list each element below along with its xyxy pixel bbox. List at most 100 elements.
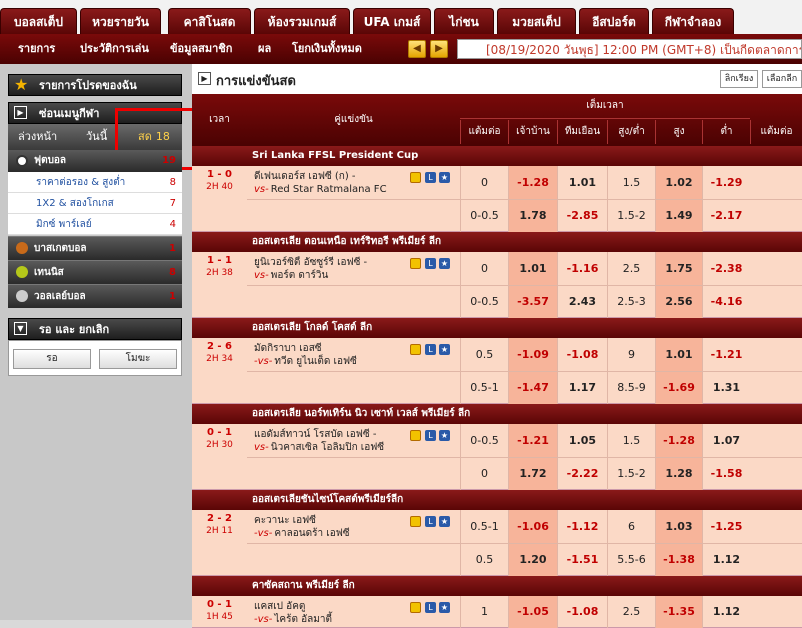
odds-value[interactable]: 2.56 — [655, 285, 702, 318]
favorite-star-icon[interactable]: ★ — [439, 602, 450, 613]
odds-value[interactable]: -1.06 — [508, 510, 557, 543]
vs-label: -vs- — [254, 356, 273, 367]
odds-value[interactable]: -1.16 — [557, 252, 607, 285]
odds-value[interactable]: 2.43 — [557, 285, 607, 318]
sport-item[interactable]: วอลเลย์บอล 1 — [8, 284, 182, 308]
odds-value[interactable]: -1.58 — [702, 457, 750, 490]
odds-value[interactable]: -2.85 — [557, 199, 607, 232]
sport-sub-item[interactable]: 1X2 & สองโกเกส 7 — [8, 193, 182, 214]
top-tab-7[interactable]: อีสปอร์ต — [579, 8, 649, 34]
sidebar-tab-count: 18 — [155, 130, 170, 143]
odds-value[interactable]: 1.01 — [508, 252, 557, 285]
odds-value[interactable]: -1.08 — [557, 338, 607, 371]
odds-value[interactable]: 1.72 — [508, 457, 557, 490]
top-tab-1[interactable]: หวยรายวัน — [80, 8, 161, 34]
tv-icon[interactable] — [410, 430, 421, 441]
live-icon[interactable]: L — [425, 258, 436, 269]
top-tab-4[interactable]: UFA เกมส์ — [353, 8, 431, 34]
top-tab-3[interactable]: ห้องรวมเกมส์ — [254, 8, 350, 34]
odds-value[interactable]: 1.01 — [655, 338, 702, 371]
odds-value[interactable]: 1.02 — [655, 166, 702, 199]
odds-value[interactable]: 1.31 — [702, 371, 750, 404]
live-icon[interactable]: L — [425, 516, 436, 527]
odds-value[interactable]: 1.75 — [655, 252, 702, 285]
bet-panel-header[interactable]: รอ และ ยกเลิก — [8, 318, 182, 340]
odds-value[interactable]: -1.69 — [655, 371, 702, 404]
odds-value[interactable]: 1.12 — [702, 543, 750, 576]
sidebar-tab-2[interactable]: สด 18 — [138, 124, 170, 150]
tv-icon[interactable] — [410, 602, 421, 613]
odds-value[interactable]: 1.17 — [557, 371, 607, 404]
sub-nav-4[interactable]: โยกเงินทั้งหมด — [292, 34, 362, 64]
sidebar-tab-0[interactable]: ล่วงหน้า — [18, 124, 57, 150]
sport-football[interactable]: ฟุตบอล 19 — [8, 150, 182, 172]
favorite-star-icon[interactable]: ★ — [439, 516, 450, 527]
top-tab-8[interactable]: กีฬาจำลอง — [652, 8, 734, 34]
league-name: คาซัคสถาน พรีเมียร์ ลีก — [252, 580, 355, 591]
odds-value[interactable]: -1.28 — [655, 424, 702, 457]
odds-value[interactable]: -1.21 — [508, 424, 557, 457]
prev-arrow-icon[interactable]: ◀ — [408, 40, 426, 58]
odds-value[interactable]: -1.25 — [702, 510, 750, 543]
favorite-star-icon[interactable]: ★ — [439, 172, 450, 183]
odds-value[interactable]: -1.05 — [508, 596, 557, 628]
sidebar-tab-1[interactable]: วันนี้ — [86, 124, 107, 150]
odds-value[interactable]: -1.35 — [655, 596, 702, 628]
live-icon[interactable]: L — [425, 430, 436, 441]
sport-sub-item[interactable]: มิกซ์ พาร์เลย์ 4 — [8, 214, 182, 235]
top-tab-2[interactable]: คาสิโนสด — [168, 8, 251, 34]
next-arrow-icon[interactable]: ▶ — [430, 40, 448, 58]
live-icon[interactable]: L — [425, 602, 436, 613]
odds-value[interactable]: 1.78 — [508, 199, 557, 232]
top-tab-0[interactable]: บอลสเต็ป — [0, 8, 77, 34]
tv-icon[interactable] — [410, 344, 421, 355]
cancel-button[interactable]: โมฆะ — [99, 349, 177, 369]
odds-value[interactable]: 1.12 — [702, 596, 750, 628]
favorite-star-icon[interactable]: ★ — [439, 258, 450, 269]
sub-nav-1[interactable]: ประวัติการเล่น — [80, 34, 149, 64]
odds-value[interactable]: -2.22 — [557, 457, 607, 490]
odds-value[interactable]: -1.08 — [557, 596, 607, 628]
sport-sub-item[interactable]: ราคาต่อรอง & สูงต่ำ 8 — [8, 172, 182, 193]
sub-nav-0[interactable]: รายการ — [18, 34, 55, 64]
odds-value[interactable]: 1.01 — [557, 166, 607, 199]
tv-icon[interactable] — [410, 172, 421, 183]
favorites-header[interactable]: รายการโปรดของฉัน — [8, 74, 182, 96]
tv-icon[interactable] — [410, 258, 421, 269]
odds-value[interactable]: 1.05 — [557, 424, 607, 457]
sport-football-count: 19 — [162, 155, 176, 166]
top-tab-6[interactable]: มวยสเต็ป — [497, 8, 576, 34]
odds-value[interactable]: -3.57 — [508, 285, 557, 318]
favorite-star-icon[interactable]: ★ — [439, 430, 450, 441]
favorite-star-icon[interactable]: ★ — [439, 344, 450, 355]
odds-value[interactable]: 1.28 — [655, 457, 702, 490]
odds-value[interactable]: -1.28 — [508, 166, 557, 199]
odds-value[interactable]: -1.12 — [557, 510, 607, 543]
odds-value[interactable]: -1.47 — [508, 371, 557, 404]
odds-value[interactable]: -2.17 — [702, 199, 750, 232]
tv-icon[interactable] — [410, 516, 421, 527]
sport-item[interactable]: บาสเกตบอล 1 — [8, 236, 182, 260]
sport-ball-icon — [16, 242, 28, 254]
odds-value[interactable]: -1.29 — [702, 166, 750, 199]
odds-value[interactable]: -1.09 — [508, 338, 557, 371]
select-league-button[interactable]: เลือกลีก — [762, 70, 802, 88]
wait-button[interactable]: รอ — [13, 349, 91, 369]
live-icon[interactable]: L — [425, 172, 436, 183]
live-icon[interactable]: L — [425, 344, 436, 355]
odds-value[interactable]: -4.16 — [702, 285, 750, 318]
odds-value[interactable]: 1.49 — [655, 199, 702, 232]
sub-nav-2[interactable]: ข้อมูลสมาชิก — [170, 34, 232, 64]
odds-value[interactable]: 1.03 — [655, 510, 702, 543]
odds-value[interactable]: 1.07 — [702, 424, 750, 457]
sort-button[interactable]: ลิกเรียง — [720, 70, 758, 88]
odds-value[interactable]: -1.21 — [702, 338, 750, 371]
odds-value[interactable]: 1.20 — [508, 543, 557, 576]
odds-value[interactable]: -1.51 — [557, 543, 607, 576]
odds-value[interactable]: -1.38 — [655, 543, 702, 576]
sub-nav-3[interactable]: ผล — [258, 34, 271, 64]
top-tab-5[interactable]: ไก่ชน — [434, 8, 494, 34]
odds-value[interactable]: -2.38 — [702, 252, 750, 285]
sport-item[interactable]: เทนนิส 8 — [8, 260, 182, 284]
sports-menu-header[interactable]: ซ่อนเมนูกีฬา — [8, 102, 182, 124]
